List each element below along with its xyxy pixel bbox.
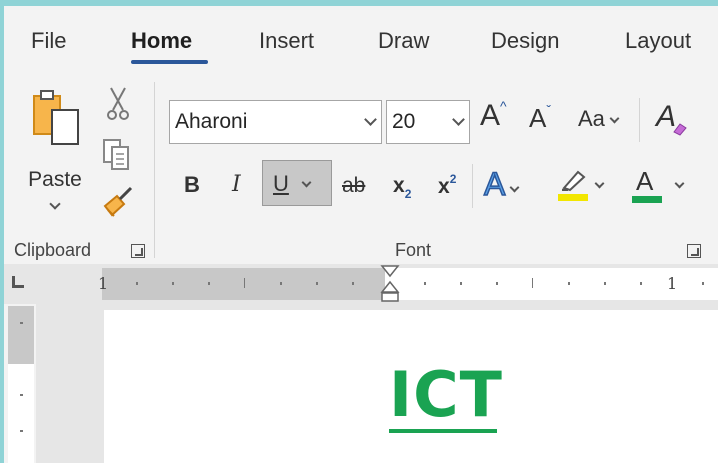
copy-icon[interactable] (102, 138, 132, 172)
caret-up-icon: ^ (500, 98, 507, 114)
vertical-ruler-tick (20, 394, 23, 396)
tab-insert[interactable]: Insert (259, 28, 314, 54)
font-launcher-icon[interactable] (687, 244, 701, 258)
font-size-value: 20 (392, 110, 416, 133)
font-name-value: Aharoni (175, 110, 248, 133)
horizontal-ruler[interactable]: 1 1 (98, 268, 718, 300)
underline-label: U (273, 171, 289, 196)
vertical-ruler-top-margin (8, 306, 34, 364)
superscript-mark: 2 (449, 172, 457, 186)
clear-formatting-button[interactable]: A (656, 100, 687, 136)
eraser-icon (673, 123, 687, 136)
subscript-button[interactable]: x2 (393, 174, 411, 201)
paste-label: Paste (28, 168, 82, 191)
font-color-bar (632, 196, 662, 203)
subscript-base: x (393, 174, 405, 197)
ruler-tick (280, 282, 282, 285)
caret-down-icon: ˇ (546, 102, 552, 118)
document-title-text[interactable]: ICT (389, 358, 503, 431)
ruler-tick (640, 282, 642, 285)
paste-icon (33, 90, 79, 145)
grow-font-button[interactable]: A^ (480, 98, 507, 133)
ribbon-tabs: File Home Insert Draw Design Layout (4, 6, 718, 72)
document-page[interactable]: ICT (104, 310, 718, 463)
highlight-color-bar (558, 194, 588, 201)
ruler-tick (460, 282, 462, 285)
clipboard-group-label: Clipboard (14, 240, 92, 260)
text-effects-label: A (483, 165, 506, 203)
font-color-label: A (636, 166, 654, 196)
indent-marker-icon[interactable] (380, 264, 400, 304)
change-case-chevron-icon (609, 113, 620, 124)
superscript-button[interactable]: x2 (438, 172, 456, 199)
ruler-tick (424, 282, 426, 285)
ruler-number-right: 1 (667, 274, 678, 293)
format-painter-icon[interactable] (102, 184, 136, 220)
highlighter-icon (562, 170, 586, 192)
font-separator-2 (472, 164, 473, 208)
vertical-ruler-tick (20, 430, 23, 432)
change-case-button[interactable]: Aa (578, 106, 620, 132)
ribbon: Paste Clipboard Aharoni 20 A^ Aˇ Aa A B … (4, 72, 718, 262)
text-effects-chevron-icon (509, 182, 520, 193)
font-group-label: Font (395, 240, 432, 260)
ruler-tick (244, 278, 245, 288)
font-size-chevron-icon[interactable] (452, 113, 465, 126)
highlight-chevron-icon (594, 178, 605, 189)
clipboard-launcher-icon[interactable] (131, 244, 145, 258)
ruler-tick (316, 282, 318, 285)
font-color-chevron-icon (674, 178, 685, 189)
ruler-area: 1 1 (4, 264, 718, 304)
italic-button[interactable]: I (232, 172, 241, 197)
subscript-mark: 2 (404, 187, 412, 201)
underline-button[interactable]: U (262, 160, 332, 206)
underline-chevron-icon (301, 177, 312, 188)
document-title-underline (389, 429, 497, 433)
document-canvas: ICT (36, 304, 718, 463)
tab-selector-icon[interactable] (12, 276, 24, 288)
grow-font-label: A (480, 99, 501, 132)
shrink-font-button[interactable]: Aˇ (529, 102, 551, 134)
vertical-ruler-tick (20, 322, 23, 324)
strikethrough-button[interactable]: ab (342, 174, 365, 198)
ruler-tick (568, 282, 570, 285)
active-tab-indicator (131, 60, 208, 64)
bold-button[interactable]: B (184, 172, 200, 198)
font-separator (639, 98, 640, 142)
word-window: File Home Insert Draw Design Layout Past… (4, 6, 718, 463)
font-name-chevron-icon[interactable] (364, 113, 377, 126)
ruler-number-left: 1 (98, 274, 109, 293)
paste-button[interactable]: Paste (22, 84, 88, 212)
tab-home[interactable]: Home (131, 28, 192, 54)
cut-icon[interactable] (106, 86, 130, 122)
vertical-ruler[interactable] (8, 306, 34, 463)
change-case-label: Aa (578, 106, 605, 131)
font-name-combobox[interactable]: Aharoni (169, 100, 382, 144)
tab-layout[interactable]: Layout (625, 28, 691, 54)
ruler-tick (352, 282, 354, 285)
paste-dropdown-chevron-icon[interactable] (49, 198, 61, 210)
ruler-tick (604, 282, 606, 285)
ruler-tick (136, 282, 138, 285)
superscript-base: x (438, 175, 450, 198)
font-color-button[interactable]: A (630, 166, 696, 208)
ruler-tick (172, 282, 174, 285)
tab-design[interactable]: Design (491, 28, 559, 54)
tab-file[interactable]: File (31, 28, 66, 54)
font-size-combobox[interactable]: 20 (386, 100, 470, 144)
group-separator (154, 82, 155, 258)
ruler-tick (496, 282, 498, 285)
tab-draw[interactable]: Draw (378, 28, 429, 54)
ruler-tick (702, 282, 704, 285)
ruler-tick (532, 278, 533, 288)
text-effects-button[interactable]: A (483, 165, 520, 203)
highlight-button[interactable] (556, 168, 616, 208)
ruler-tick (208, 282, 210, 285)
shrink-font-label: A (529, 103, 547, 133)
